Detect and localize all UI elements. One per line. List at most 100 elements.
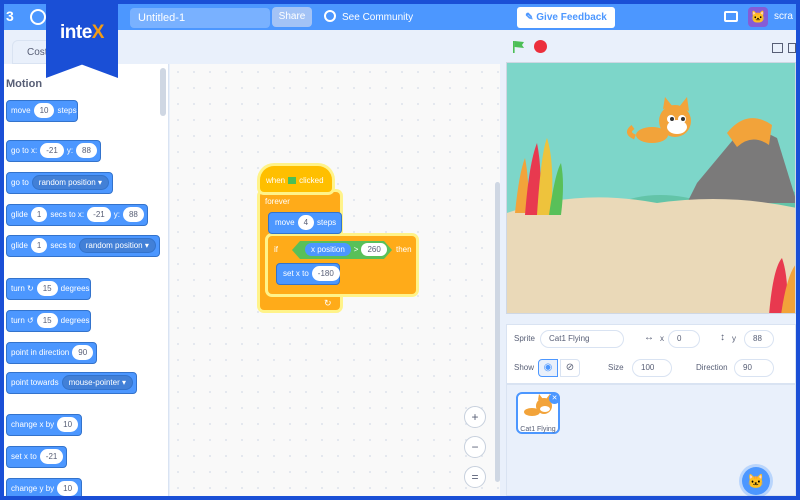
delete-sprite-icon[interactable]: ✕ xyxy=(549,393,560,404)
block-move-steps[interactable]: move 10 steps xyxy=(6,100,78,122)
then-label: then xyxy=(396,245,412,254)
block-point-in-direction[interactable]: point in direction 90 xyxy=(6,342,98,364)
block-text: point in direction xyxy=(11,348,70,357)
green-flag-button[interactable] xyxy=(512,40,526,54)
community-icon xyxy=(324,10,336,22)
zoom-in-button[interactable]: + xyxy=(464,406,486,428)
block-text: change x by xyxy=(11,420,55,429)
small-stage-icon[interactable] xyxy=(772,43,783,53)
block-palette: Motion move 10 steps go to x: -21 y: 88 go to… xyxy=(4,64,169,496)
when-flag-clicked-block[interactable]: when clicked xyxy=(260,166,332,192)
block-change-y-by[interactable]: change y by 10 xyxy=(6,478,83,496)
block-input[interactable]: 15 xyxy=(36,313,58,328)
block-input[interactable]: 88 xyxy=(122,207,144,222)
block-input[interactable]: 10 xyxy=(57,481,79,496)
size-input[interactable]: 100 xyxy=(632,359,672,377)
see-community-label: See Community xyxy=(342,12,414,23)
user-name[interactable]: scra xyxy=(774,11,793,22)
block-input[interactable]: 4 xyxy=(297,215,315,230)
block-turn-left[interactable]: turn ↺ 15 degrees xyxy=(6,310,91,332)
stage-canvas[interactable] xyxy=(506,62,796,314)
block-text: steps xyxy=(57,106,77,115)
block-set-x-to[interactable]: set x to -21 xyxy=(6,446,68,468)
block-text: set x to xyxy=(11,452,37,461)
rotate-left-icon: ↺ xyxy=(27,316,34,325)
move-steps-block[interactable]: move 4 steps xyxy=(268,212,342,234)
block-dropdown[interactable]: mouse-pointer ▾ xyxy=(61,375,133,390)
block-text: turn xyxy=(11,284,25,293)
sprite-tile-label: Cat1 Flying xyxy=(520,426,556,433)
block-input[interactable]: 1 xyxy=(30,238,48,253)
x-position-reporter[interactable]: x position xyxy=(305,243,351,256)
y-label: y xyxy=(732,334,736,343)
direction-input[interactable]: 90 xyxy=(734,359,774,377)
show-label: Show xyxy=(514,363,535,372)
block-text: y: xyxy=(113,210,120,219)
project-title-input[interactable]: Untitled-1 xyxy=(130,8,270,28)
choose-sprite-button[interactable]: 🐱 xyxy=(742,467,770,495)
block-input[interactable]: -21 xyxy=(87,207,111,222)
pencil-icon: ✎ xyxy=(525,12,537,23)
block-text: steps xyxy=(317,218,337,227)
menu-bar: 3 Untitled-1 Share See Community ✎ Give … xyxy=(4,4,796,30)
block-point-towards[interactable]: point towards mouse-pointer ▾ xyxy=(6,372,137,394)
logo-x: X xyxy=(91,22,105,43)
x-input[interactable]: 0 xyxy=(668,330,700,348)
block-input[interactable]: 10 xyxy=(57,417,79,432)
block-glide-to-xy[interactable]: glide 1 secs to x: -21 y: 88 xyxy=(6,204,148,226)
block-dropdown[interactable]: random position ▾ xyxy=(31,175,109,190)
hide-eye-icon[interactable]: ⊘ xyxy=(560,359,580,377)
language-globe-icon[interactable] xyxy=(30,9,46,25)
see-community-button[interactable]: See Community xyxy=(324,10,413,23)
direction-label: Direction xyxy=(696,363,728,372)
green-flag-icon xyxy=(288,177,297,184)
set-x-block[interactable]: set x to -180 xyxy=(276,263,340,285)
my-stuff-folder-icon[interactable] xyxy=(724,11,738,22)
hat-clicked: clicked xyxy=(299,176,324,185)
block-input[interactable]: 1 xyxy=(30,207,48,222)
size-label: Size xyxy=(608,363,624,372)
block-input[interactable]: -180 xyxy=(311,266,340,281)
block-go-to-xy[interactable]: go to x: -21 y: 88 xyxy=(6,140,101,162)
scratch-logo-icon[interactable]: 3 xyxy=(6,8,22,26)
block-change-x-by[interactable]: change x by 10 xyxy=(6,414,83,436)
full-stage-icon[interactable] xyxy=(788,43,796,53)
block-text: point towards xyxy=(11,378,59,387)
block-dropdown[interactable]: random position ▾ xyxy=(78,238,156,253)
greater-than-operator[interactable]: x position >260 xyxy=(292,241,392,259)
y-arrow-icon: ↕ xyxy=(720,332,725,343)
block-turn-right[interactable]: turn ↻ 15 degrees xyxy=(6,278,91,300)
sprite-name-input[interactable]: Cat1 Flying xyxy=(540,330,624,348)
x-label: x xyxy=(660,334,664,343)
show-visible-eye-icon[interactable]: ◉ xyxy=(538,359,558,377)
block-input[interactable]: 88 xyxy=(76,143,97,158)
block-go-to[interactable]: go to random position ▾ xyxy=(6,172,113,194)
palette-scrollbar[interactable] xyxy=(160,68,166,116)
forever-label: forever xyxy=(265,197,290,206)
y-input[interactable]: 88 xyxy=(744,330,774,348)
give-feedback-button[interactable]: ✎ Give Feedback xyxy=(517,7,615,28)
share-button[interactable]: Share xyxy=(272,7,312,27)
user-avatar[interactable]: 🐱 xyxy=(748,7,768,27)
block-text: degrees xyxy=(60,316,90,325)
zoom-out-button[interactable]: − xyxy=(464,436,486,458)
block-input[interactable]: 15 xyxy=(36,281,58,296)
gt-symbol: > xyxy=(353,245,359,254)
block-input[interactable]: 10 xyxy=(33,103,55,118)
logo-text: inte xyxy=(60,22,92,43)
block-text: secs to x: xyxy=(50,210,85,219)
zoom-reset-button[interactable]: = xyxy=(464,466,486,488)
block-input[interactable]: -21 xyxy=(40,143,64,158)
feedback-label: Give Feedback xyxy=(536,12,607,23)
compare-value[interactable]: 260 xyxy=(361,243,387,256)
stop-button[interactable] xyxy=(534,40,547,53)
block-input[interactable]: -21 xyxy=(39,449,64,464)
block-text: move xyxy=(275,218,295,227)
block-text: turn xyxy=(11,316,25,325)
block-input[interactable]: 90 xyxy=(72,345,94,360)
code-area-scrollbar[interactable] xyxy=(495,182,500,482)
block-text: go to x: xyxy=(11,146,38,155)
rotate-right-icon: ↻ xyxy=(27,284,34,293)
block-glide-to[interactable]: glide 1 secs to random position ▾ xyxy=(6,235,160,257)
block-text: y: xyxy=(66,146,74,155)
